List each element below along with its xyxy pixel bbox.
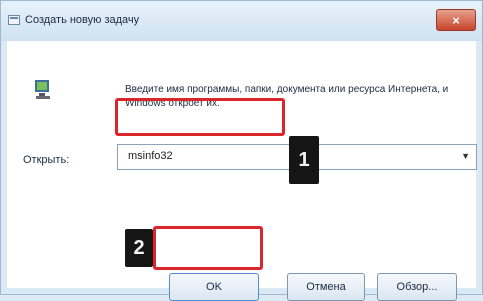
- step-badge-1: 1: [289, 136, 319, 184]
- step-badge-2: 2: [125, 229, 153, 267]
- create-task-dialog: Создать новую задачу × Введите имя прогр…: [0, 0, 483, 301]
- highlight-input-frame: [115, 98, 285, 136]
- task-window-icon: [8, 15, 20, 25]
- close-button[interactable]: ×: [436, 9, 476, 31]
- ok-button[interactable]: OK: [169, 273, 259, 301]
- chevron-down-icon[interactable]: ▼: [461, 151, 470, 161]
- dialog-title: Создать новую задачу: [25, 14, 140, 26]
- open-label: Открыть:: [23, 154, 70, 166]
- title-bar: Создать новую задачу ×: [1, 1, 482, 41]
- cancel-button[interactable]: Отмена: [287, 273, 365, 301]
- run-program-icon: [35, 80, 50, 99]
- browse-button[interactable]: Обзор...: [377, 273, 457, 301]
- highlight-ok-frame: [153, 226, 263, 270]
- open-input[interactable]: [128, 150, 428, 162]
